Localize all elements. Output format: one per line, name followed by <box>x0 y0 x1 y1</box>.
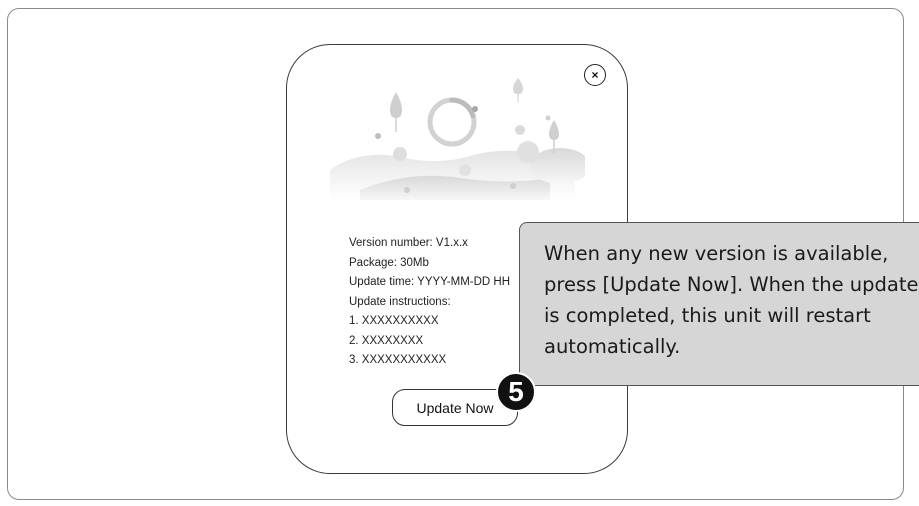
update-illustration-icon <box>330 78 585 200</box>
callout-text: When any new version is available, press… <box>544 242 919 358</box>
close-button[interactable]: × <box>584 64 606 86</box>
close-icon: × <box>591 68 599 82</box>
instruction-callout: When any new version is available, press… <box>519 222 919 386</box>
step-number-badge: 5 <box>496 372 536 412</box>
